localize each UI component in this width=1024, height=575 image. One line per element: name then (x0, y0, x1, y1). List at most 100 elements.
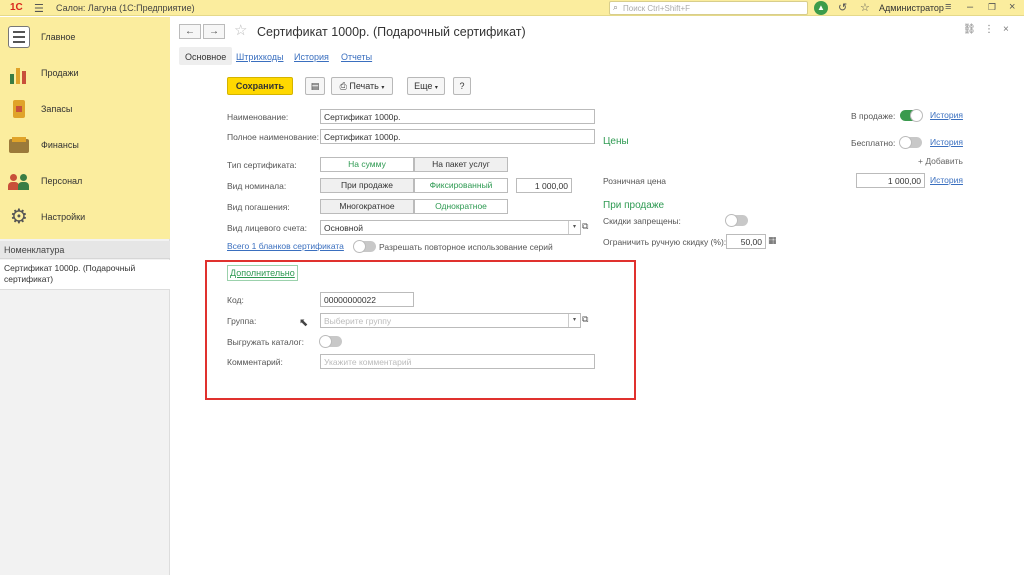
global-search-input[interactable]: ⌕ Поиск Ctrl+Shift+F (609, 1, 808, 15)
close-form-icon[interactable]: × (1003, 24, 1009, 35)
prices-title: Цены (603, 136, 629, 147)
account-type-value: Основной (324, 223, 363, 233)
catalog-label: Выгружать каталог: (227, 337, 304, 347)
cert-type-service-package[interactable]: На пакет услуг (414, 157, 508, 172)
group-select[interactable]: Выберите группу ▾ (320, 313, 581, 328)
comment-label: Комментарий: (227, 357, 283, 367)
cert-type-label: Тип сертификата: (227, 160, 297, 170)
top-bar: 1С ☰ Салон: Лагуна (1С:Предприятие) ⌕ По… (0, 0, 1024, 16)
retail-price-field[interactable]: 1 000,00 (856, 173, 925, 188)
code-field[interactable]: 00000000022 (320, 292, 414, 307)
sidebar-item-staff[interactable]: Персонал (0, 163, 170, 199)
history-icon[interactable]: ↺ (838, 1, 847, 14)
redeem-label: Вид погашения: (227, 202, 290, 212)
more-label: Еще (414, 81, 433, 91)
tab-main[interactable]: Основное (179, 47, 233, 65)
nominal-label: Вид номинала: (227, 181, 287, 191)
search-placeholder: Поиск Ctrl+Shift+F (623, 4, 691, 13)
close-icon[interactable]: × (1009, 1, 1015, 13)
redeem-single[interactable]: Однократное (414, 199, 508, 214)
mouse-cursor-icon: ⬉ (299, 317, 309, 329)
name-field[interactable]: Сертификат 1000р. (320, 109, 595, 124)
on-sale-label: В продаже: (851, 111, 896, 121)
more-button[interactable]: Еще ▾ (407, 77, 445, 95)
home-icon (8, 26, 30, 48)
sidebar-item-label: Запасы (41, 104, 73, 114)
nominal-value-field[interactable]: 1 000,00 (516, 178, 572, 193)
maximize-icon[interactable]: ❐ (988, 2, 996, 13)
link-icon[interactable]: ⛓ (963, 24, 976, 35)
catalog-toggle[interactable] (319, 335, 342, 348)
sidebar-item-main[interactable]: Главное (0, 19, 170, 55)
fullname-label: Полное наименование: (227, 132, 319, 142)
fullname-field[interactable]: Сертификат 1000р. (320, 129, 595, 144)
tab-reports[interactable]: Отчеты (341, 52, 372, 62)
help-button[interactable]: ? (453, 77, 471, 95)
calculator-icon[interactable]: ▦ (768, 235, 777, 246)
account-type-select[interactable]: Основной ▾ (320, 220, 581, 235)
sidebar-item-settings[interactable]: ⚙ Настройки (0, 199, 170, 235)
open-window-item[interactable]: Сертификат 1000р. (Подарочный сертификат… (0, 260, 170, 290)
chevron-down-icon: ▾ (381, 85, 385, 91)
chevron-down-icon: ▾ (434, 85, 438, 91)
free-toggle[interactable] (899, 136, 922, 149)
chevron-down-icon[interactable]: ▾ (568, 314, 580, 327)
open-link-icon[interactable]: ⧉ (582, 221, 588, 232)
print-button[interactable]: ⎙ Печать ▾ (331, 77, 393, 95)
save-button[interactable]: Сохранить (227, 77, 293, 95)
sales-chart-icon (8, 62, 30, 84)
settings-lines-icon[interactable]: ≡ (945, 1, 951, 13)
extra-section-title[interactable]: Дополнительно (227, 265, 298, 281)
add-price-link[interactable]: + Добавить (918, 156, 963, 166)
document-icon-button[interactable]: ▤ (305, 77, 325, 95)
app-title: Салон: Лагуна (1С:Предприятие) (56, 3, 195, 13)
code-label: Код: (227, 295, 244, 305)
open-link-icon[interactable]: ⧉ (582, 314, 588, 325)
tab-barcodes[interactable]: Штрихкоды (236, 52, 283, 62)
redeem-multiple[interactable]: Многократное (320, 199, 414, 214)
on-sale-toggle[interactable] (900, 109, 923, 122)
reuse-series-toggle[interactable] (353, 240, 376, 253)
toggle-knob (353, 240, 366, 253)
highlight-box (205, 260, 636, 400)
manual-discount-field[interactable]: 50,00 (726, 234, 766, 249)
name-label: Наименование: (227, 112, 289, 122)
comment-field[interactable]: Укажите комментарий (320, 354, 595, 369)
blanks-link[interactable]: Всего 1 бланков сертификата (227, 241, 344, 251)
back-button[interactable]: ← (179, 24, 201, 39)
current-user[interactable]: Администратор (879, 3, 944, 13)
discounts-forbidden-toggle[interactable] (725, 214, 748, 227)
retail-history-link[interactable]: История (930, 175, 963, 185)
favorites-star-icon[interactable]: ☆ (860, 1, 870, 14)
menu-icon[interactable]: ☰ (34, 2, 44, 15)
sidebar-item-inventory[interactable]: Запасы (0, 91, 170, 127)
notifications-icon[interactable]: ▲ (814, 1, 828, 15)
favorite-star-icon[interactable]: ☆ (234, 21, 247, 39)
toggle-knob (725, 214, 738, 227)
sidebar-item-finance[interactable]: Финансы (0, 127, 170, 163)
minimize-icon[interactable]: – (967, 1, 973, 13)
sidebar-item-sales[interactable]: Продажи (0, 55, 170, 91)
inventory-icon (8, 98, 30, 120)
sidebar-item-label: Продажи (41, 68, 79, 78)
nominal-fixed[interactable]: Фиксированный (414, 178, 508, 193)
cert-type-by-amount[interactable]: На сумму (320, 157, 414, 172)
free-history-link[interactable]: История (930, 137, 963, 147)
reuse-series-label: Разрешать повторное использование серий (379, 242, 553, 252)
more-options-icon[interactable]: ⋮ (984, 24, 994, 35)
printer-icon: ⎙ (339, 81, 347, 91)
forward-button[interactable]: → (203, 24, 225, 39)
chevron-down-icon[interactable]: ▾ (568, 221, 580, 234)
open-window-label: Сертификат 1000р. (Подарочный сертификат… (4, 263, 136, 284)
group-placeholder: Выберите группу (324, 316, 392, 326)
open-windows-header: Номенклатура (0, 241, 170, 259)
on-sale-history-link[interactable]: История (930, 110, 963, 120)
retail-price-label: Розничная цена (603, 176, 667, 186)
free-label: Бесплатно: (851, 138, 896, 148)
sidebar-item-label: Настройки (41, 212, 86, 222)
nominal-at-sale[interactable]: При продаже (320, 178, 414, 193)
toggle-knob (319, 335, 332, 348)
tab-history[interactable]: История (294, 52, 329, 62)
open-windows-title: Номенклатура (4, 245, 65, 255)
toggle-knob (899, 136, 912, 149)
